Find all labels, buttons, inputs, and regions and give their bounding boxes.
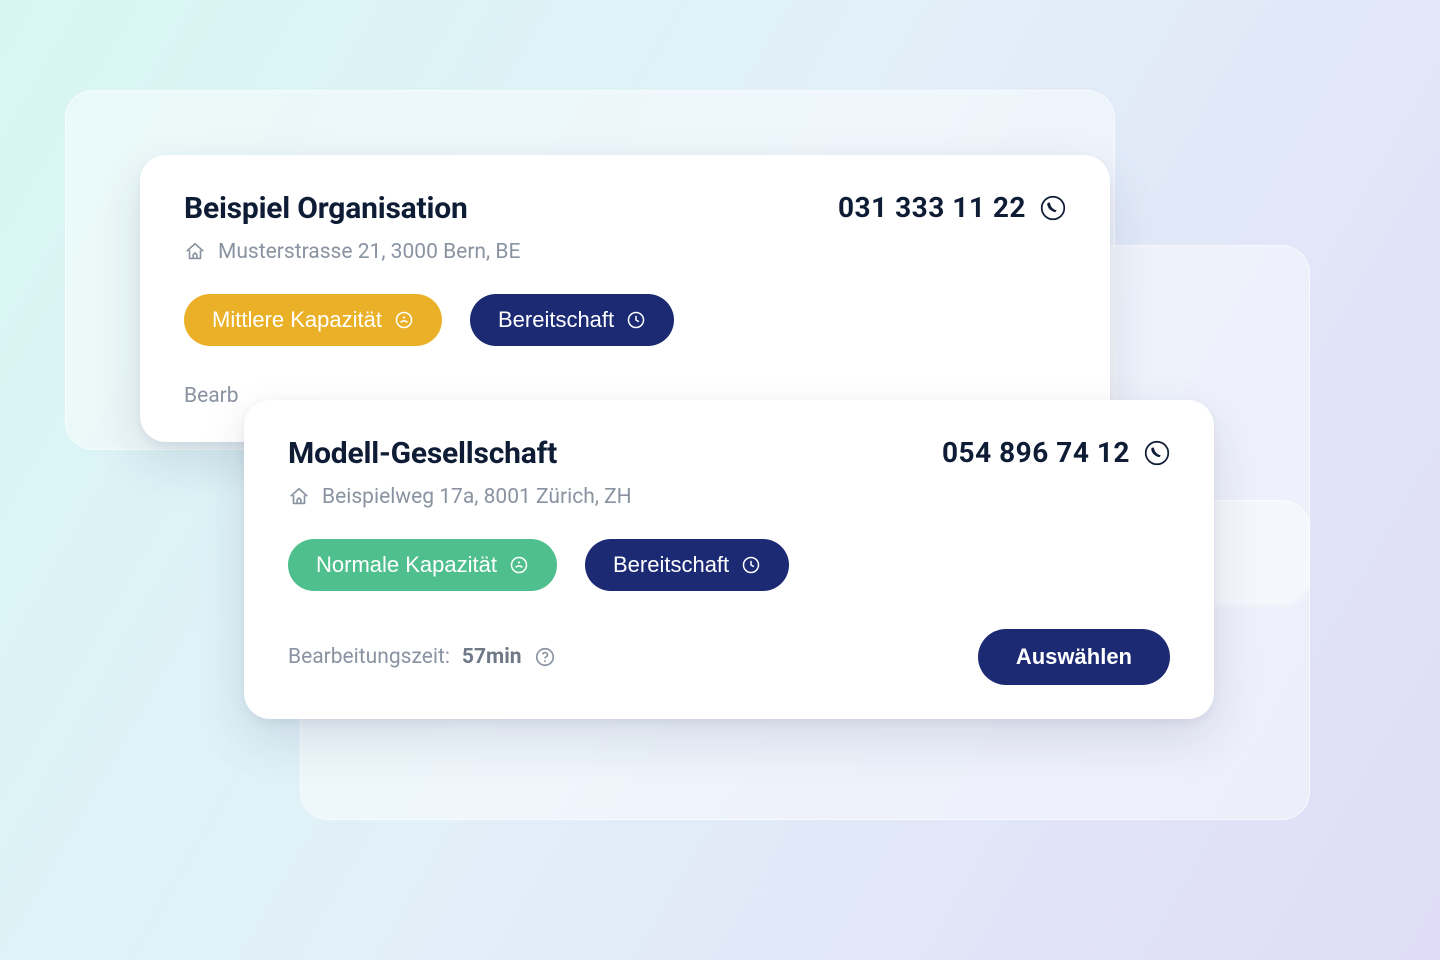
org-name: Modell-Gesellschaft [288,436,557,471]
org-card: Modell-Gesellschaft 054 896 74 12 Beispi… [244,400,1214,719]
help-icon[interactable] [534,646,556,668]
standby-label: Bereitschaft [613,552,729,578]
phone-icon[interactable] [1144,440,1170,466]
select-button[interactable]: Auswählen [978,629,1170,685]
clock-icon [626,310,646,330]
org-phone: 031 333 11 22 [838,191,1026,224]
standby-pill[interactable]: Bereitschaft [585,539,789,591]
processing-time-value: 57min [462,645,522,669]
org-card: Beispiel Organisation 031 333 11 22 Must… [140,155,1110,442]
processing-time-label: Bearbeitungszeit: [288,645,450,669]
clock-icon [741,555,761,575]
org-name: Beispiel Organisation [184,191,468,226]
capacity-label: Mittlere Kapazität [212,307,382,333]
org-address: Musterstrasse 21, 3000 Bern, BE [218,240,520,264]
standby-pill[interactable]: Bereitschaft [470,294,674,346]
gauge-icon [394,310,414,330]
capacity-pill[interactable]: Mittlere Kapazität [184,294,442,346]
gauge-icon [509,555,529,575]
capacity-pill[interactable]: Normale Kapazität [288,539,557,591]
home-icon [184,241,206,263]
phone-icon[interactable] [1040,195,1066,221]
processing-time-partial: Bearb [184,384,239,408]
org-phone: 054 896 74 12 [942,436,1130,469]
org-address: Beispielweg 17a, 8001 Zürich, ZH [322,485,632,509]
capacity-label: Normale Kapazität [316,552,497,578]
standby-label: Bereitschaft [498,307,614,333]
select-button-label: Auswählen [1016,644,1132,669]
home-icon [288,486,310,508]
